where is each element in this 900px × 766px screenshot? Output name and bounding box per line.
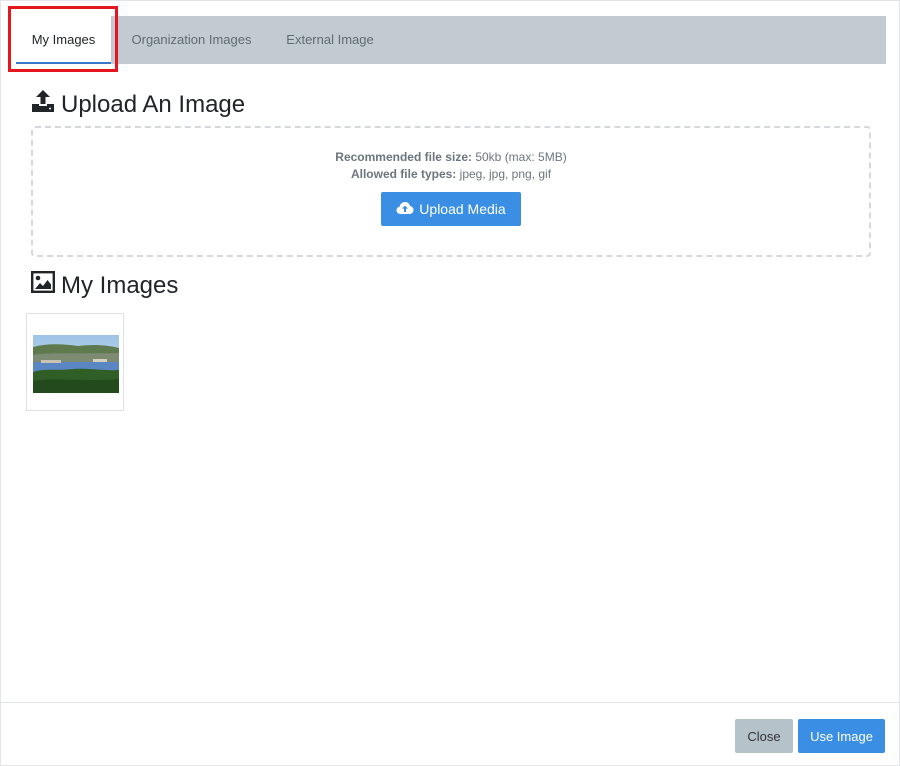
upload-media-button[interactable]: Upload Media	[381, 192, 521, 226]
upload-section-heading: Upload An Image	[31, 89, 245, 120]
tab-bar: My Images Organization Images External I…	[16, 16, 886, 64]
upload-dropzone[interactable]: Recommended file size: 50kb (max: 5MB) A…	[31, 126, 871, 257]
tab-my-images[interactable]: My Images	[16, 16, 111, 64]
tab-external-image[interactable]: External Image	[284, 16, 376, 64]
image-icon	[31, 271, 61, 300]
allowed-types-label: Allowed file types:	[350, 167, 457, 181]
cloud-upload-icon	[396, 201, 419, 218]
tab-organization-images[interactable]: Organization Images	[128, 16, 255, 64]
image-picker-modal: My Images Organization Images External I…	[0, 0, 900, 766]
close-button[interactable]: Close	[735, 719, 793, 753]
upload-media-label: Upload Media	[419, 201, 506, 217]
recommended-size-value: 50kb (max: 5MB)	[472, 150, 567, 164]
recommended-size-text: Recommended file size: 50kb (max: 5MB)	[33, 150, 869, 164]
allowed-types-text: Allowed file types: jpeg, jpg, png, gif	[33, 167, 869, 181]
allowed-types-value: jpeg, jpg, png, gif	[456, 167, 552, 181]
recommended-size-label: Recommended file size:	[335, 150, 472, 164]
image-thumbnail[interactable]	[26, 313, 124, 411]
modal-footer: Close Use Image	[1, 702, 899, 766]
use-image-button[interactable]: Use Image	[798, 719, 885, 753]
gallery-section-title: My Images	[61, 271, 179, 299]
landscape-photo-thumbnail	[33, 335, 119, 393]
gallery-section-heading: My Images	[31, 271, 178, 300]
upload-icon	[31, 89, 61, 120]
upload-section-title: Upload An Image	[61, 90, 246, 118]
